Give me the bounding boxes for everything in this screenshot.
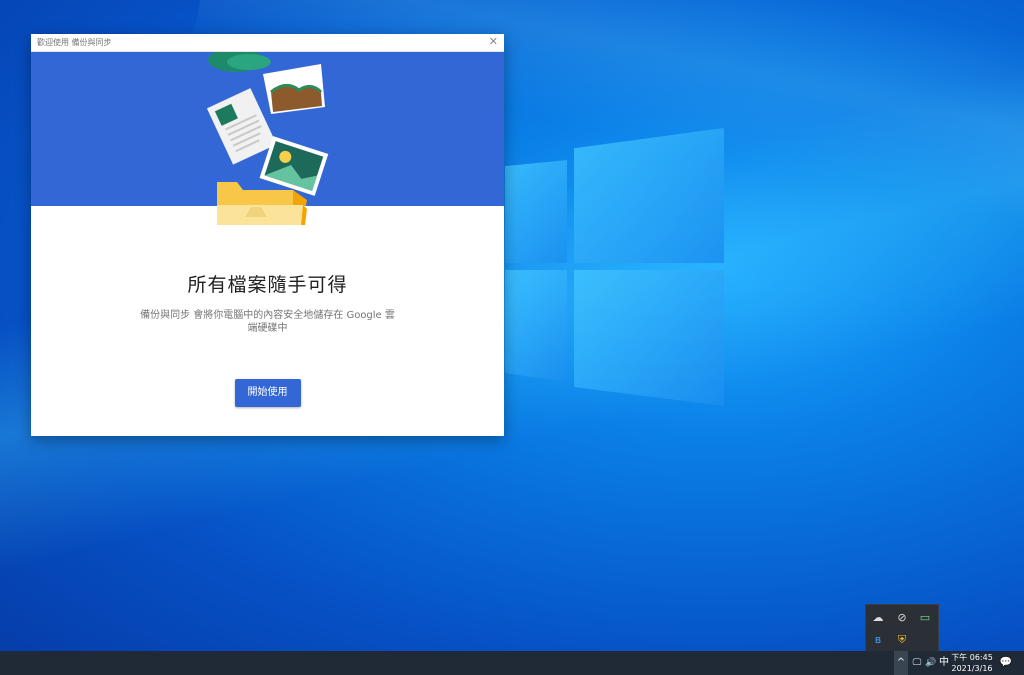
windows-logo-pane [505, 270, 567, 382]
bluetooth-icon[interactable]: ʙ [870, 632, 886, 648]
get-started-button[interactable]: 開始使用 [234, 379, 301, 407]
page-title: 所有檔案隨手可得 [187, 274, 348, 296]
taskbar: ^ 🖵 🔊 中 下午 06:45 2021/3/16 💬 [0, 651, 1024, 675]
notification-center-icon[interactable]: 💬 [998, 651, 1014, 675]
clock-time: 下午 06:45 [951, 653, 993, 662]
chat-icon[interactable]: ▭ [917, 610, 933, 626]
show-hidden-icons-button[interactable]: ^ [894, 651, 908, 675]
files-into-folder-illustration [206, 52, 329, 206]
folder-icon [217, 205, 307, 225]
clock[interactable]: 下午 06:45 2021/3/16 [950, 652, 994, 674]
cloud-upload-icon[interactable]: ☁ [870, 610, 886, 626]
windows-logo-pane [574, 270, 724, 406]
clock-date: 2021/3/16 [951, 664, 993, 673]
close-button[interactable]: ✕ [489, 35, 498, 48]
volume-icon[interactable]: 🔊 [924, 651, 938, 675]
welcome-content: 所有檔案隨手可得 備份與同步 會將你電腦中的內容安全地儲存在 Google 雲端… [31, 270, 504, 407]
security-shield-icon[interactable]: ⛨ [894, 632, 910, 648]
network-icon[interactable]: 🖵 [910, 651, 924, 675]
backup-sync-window: 歡迎使用 備份與同步 ✕ 所有檔案隨手可得 備份與同步 會將你電腦中的內容安全地… [31, 34, 504, 436]
windows-logo-pane [574, 128, 724, 263]
desktop: 歡迎使用 備份與同步 ✕ 所有檔案隨手可得 備份與同步 會將你電腦中的內容安全地… [0, 0, 1024, 675]
windows-logo-pane [505, 160, 567, 263]
description-text: 備份與同步 會將你電腦中的內容安全地儲存在 Google 雲端硬碟中 [140, 310, 395, 334]
hidden-icons-tray: ☁ ⊘ ▭ ʙ ⛨ [865, 604, 939, 652]
window-titlebar[interactable]: 歡迎使用 備份與同步 ✕ [31, 34, 504, 52]
ime-indicator[interactable]: 中 [938, 651, 950, 675]
window-title: 歡迎使用 備份與同步 [37, 38, 112, 47]
sync-off-icon[interactable]: ⊘ [894, 610, 910, 626]
hero-illustration [31, 52, 504, 206]
